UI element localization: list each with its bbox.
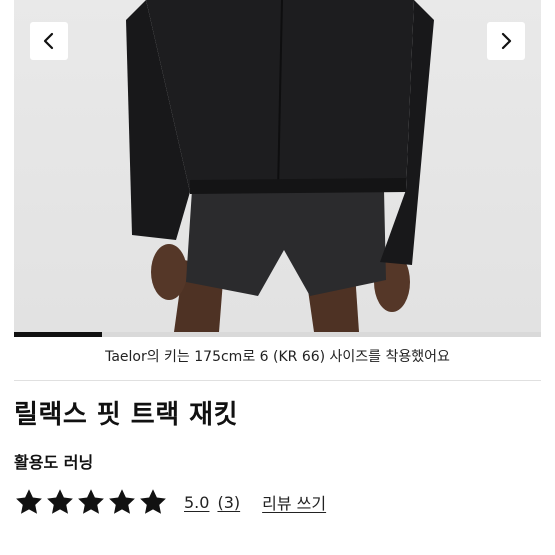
gallery-progress-bar [14,332,541,337]
previous-image-button[interactable] [30,22,68,60]
review-count[interactable]: (3) [217,493,240,512]
star-icon [138,487,168,517]
rating-row: 5.0 (3) 리뷰 쓰기 [14,486,326,518]
star-icon [14,487,44,517]
star-rating[interactable] [14,487,168,517]
product-title: 릴랙스 핏 트랙 재킷 [14,400,239,430]
star-icon [76,487,106,517]
product-image-gallery[interactable] [14,0,541,332]
gallery-progress-fill [14,332,102,337]
model-size-caption: Taelor의 키는 175cm로 6 (KR 66) 사이즈를 착용했어요 [105,349,450,365]
chevron-left-icon [43,32,54,50]
product-activity: 활용도 러닝 [14,453,94,472]
rating-score[interactable]: 5.0 [184,493,209,512]
star-icon [45,487,75,517]
star-icon [107,487,137,517]
product-photo [126,0,434,332]
write-review-link[interactable]: 리뷰 쓰기 [262,490,326,514]
chevron-right-icon [501,32,512,50]
next-image-button[interactable] [487,22,525,60]
divider [14,380,541,381]
